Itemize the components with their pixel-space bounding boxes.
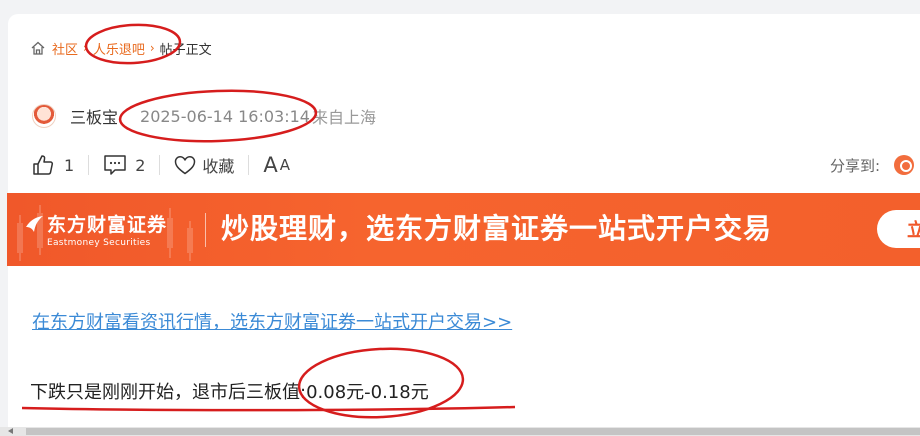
- font-size-button[interactable]: A A: [263, 153, 290, 177]
- breadcrumb-forum[interactable]: 人乐退吧: [93, 39, 145, 58]
- share-area: 分享到:: [830, 152, 915, 178]
- font-size-large: A: [263, 153, 278, 177]
- weibo-share-icon[interactable]: [894, 155, 915, 175]
- eastmoney-logo-icon: [26, 216, 43, 232]
- like-button[interactable]: 1: [32, 154, 74, 176]
- divider: [248, 155, 250, 175]
- home-icon[interactable]: [30, 40, 46, 56]
- breadcrumb: 社区 › 人乐退吧 › 帖子正文: [30, 38, 212, 58]
- banner-cta-button[interactable]: 立: [877, 210, 920, 248]
- brand-english: Eastmoney Securities: [47, 238, 151, 248]
- banner-divider: [205, 213, 206, 247]
- breadcrumb-current: 帖子正文: [159, 42, 212, 58]
- author-name[interactable]: 三板宝: [70, 104, 118, 128]
- scroll-left-icon[interactable]: [8, 428, 13, 434]
- brand-name: 东方财富证券: [47, 214, 168, 236]
- comment-icon: [104, 155, 126, 175]
- post-body: 下跌只是刚刚开始，退市后三板值:0.08元-0.18元: [30, 382, 429, 403]
- post-time: 2025-06-14 16:03:14: [140, 106, 310, 126]
- post-location: 来自上海: [311, 108, 376, 127]
- horizontal-scrollbar[interactable]: [0, 427, 920, 436]
- banner-cta-label: 立: [907, 220, 920, 241]
- promo-link[interactable]: 在东方财富看资讯行情，选东方财富证券一站式开户交易>>: [32, 308, 512, 334]
- thumbs-up-icon: [33, 155, 54, 175]
- breadcrumb-separator: ›: [149, 41, 155, 55]
- font-size-small: A: [279, 156, 291, 174]
- comment-count: 2: [135, 155, 146, 175]
- avatar[interactable]: [32, 104, 56, 128]
- share-label: 分享到:: [830, 156, 881, 175]
- breadcrumb-separator: ›: [83, 41, 88, 55]
- comment-button[interactable]: 2: [103, 154, 145, 176]
- heart-icon: [175, 156, 196, 175]
- banner-brand: 东方财富证券 Eastmoney Securities: [47, 210, 167, 248]
- banner-slogan: 炒股理财，选东方财富证券一站式开户交易: [221, 212, 773, 245]
- scrollbar-thumb[interactable]: [26, 428, 920, 435]
- divider: [159, 155, 161, 175]
- divider: [88, 155, 90, 175]
- favorite-button[interactable]: 收藏: [174, 153, 234, 177]
- breadcrumb-community[interactable]: 社区: [52, 39, 78, 58]
- promo-banner[interactable]: 东方财富证券 Eastmoney Securities 炒股理财，选东方财富证券…: [7, 193, 920, 266]
- author-info: 三板宝 2025-06-14 16:03:14 来自上海: [32, 104, 376, 128]
- action-bar: 1 2 收藏 A A 分享到:: [32, 152, 920, 178]
- favorite-label: 收藏: [202, 157, 235, 176]
- like-count: 1: [64, 155, 75, 175]
